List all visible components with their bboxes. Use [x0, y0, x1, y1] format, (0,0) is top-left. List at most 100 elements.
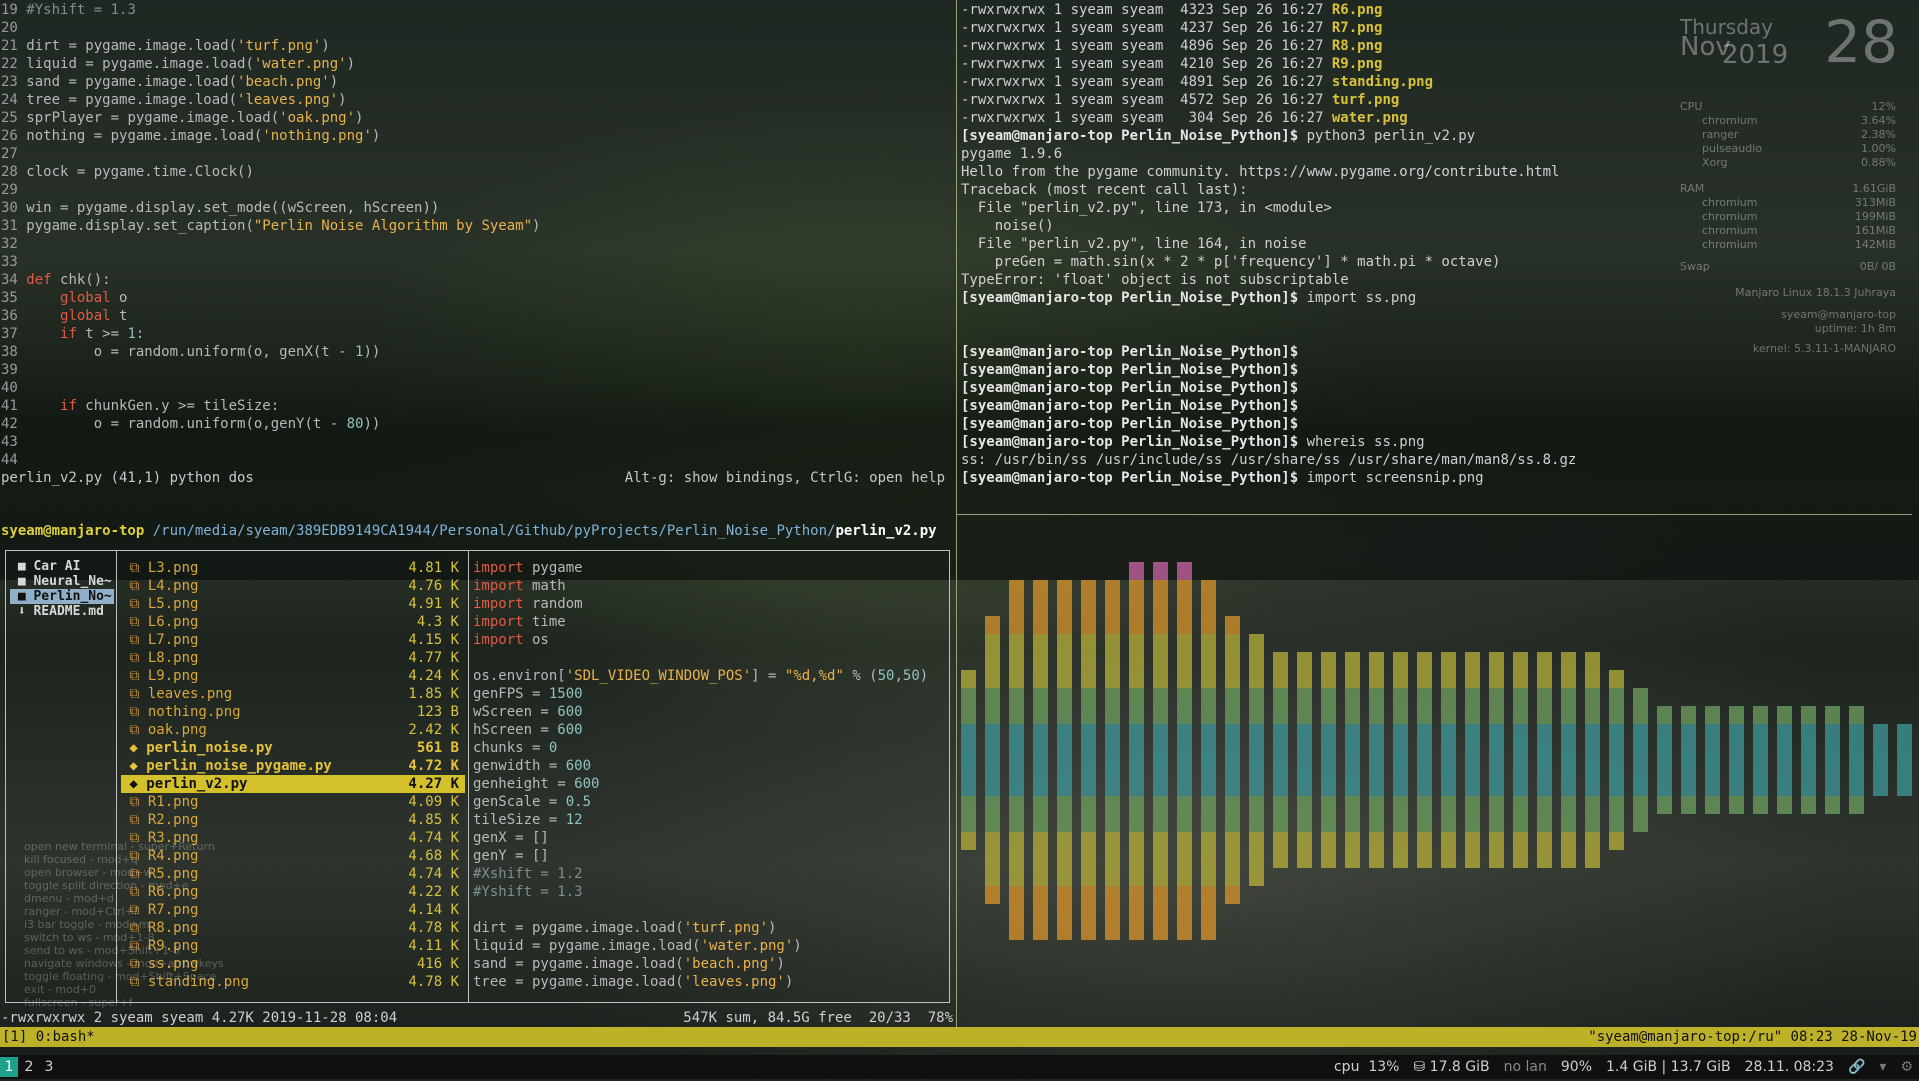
- ranger-file-item[interactable]: ◆ perlin_noise.py 561 B: [121, 739, 465, 757]
- visualizer-bar-segment: [1729, 796, 1744, 814]
- code-line: 31 pygame.display.set_caption("Perlin No…: [1, 217, 540, 235]
- ranger-parent-item[interactable]: ■ Car AI: [10, 559, 114, 574]
- visualizer-bar-segment: [1825, 742, 1840, 760]
- visualizer-bar-segment: [1177, 634, 1192, 652]
- preview-token: ): [919, 668, 929, 684]
- ranger-file-item[interactable]: ⧉ L8.png 4.77 K: [121, 649, 465, 667]
- image-file-icon: ⧉: [121, 578, 148, 594]
- visualizer-bar-segment: [1273, 670, 1288, 688]
- preview-line: genY = []: [473, 847, 943, 865]
- i3-status-bar: 123 cpu 13% ⛁ 17.8 GiB no lan 90% 1.4 Gi…: [0, 1055, 1919, 1079]
- workspace-3[interactable]: 3: [40, 1057, 58, 1077]
- preview-line: genheight = 600: [473, 775, 943, 793]
- code-token: t: [110, 308, 128, 324]
- visualizer-bar-segment: [1153, 688, 1168, 706]
- ranger-file-item[interactable]: ⧉ R2.png 4.85 K: [121, 811, 465, 829]
- wifi-icon[interactable]: ▾: [1879, 1058, 1886, 1076]
- cpu-label: cpu: [1333, 1059, 1360, 1075]
- visualizer-bar-segment: [1321, 796, 1336, 814]
- visualizer-bar-segment: [1897, 742, 1912, 760]
- preview-token: 0: [548, 740, 558, 756]
- ranger-file-item[interactable]: ⧉ L5.png 4.91 K: [121, 595, 465, 613]
- ranger-parent-item[interactable]: ■ Perlin_No~: [10, 589, 114, 604]
- preview-token: #Yshift = 1.3: [473, 884, 583, 900]
- ranger-file-item[interactable]: ⧉ L6.png 4.3 K: [121, 613, 465, 631]
- visualizer-bar-segment: [1057, 598, 1072, 616]
- preview-token: 50: [902, 668, 920, 684]
- ranger-file-item[interactable]: ⧉ L7.png 4.15 K: [121, 631, 465, 649]
- ranger-file-item[interactable]: ◆ perlin_v2.py 4.27 K: [121, 775, 465, 793]
- tmux-window-list[interactable]: [1] 0:bash*: [2, 1028, 95, 1046]
- code-token: tree = pygame.image.load(: [26, 92, 238, 108]
- ranger-file-item[interactable]: ⧉ L4.png 4.76 K: [121, 577, 465, 595]
- visualizer-bar-segment: [1609, 760, 1624, 778]
- visualizer-bar-segment: [1129, 634, 1144, 652]
- terminal-text: TypeError: 'float' object is not subscri…: [961, 272, 1349, 288]
- ranger-file-item[interactable]: ⧉ oak.png 2.42 K: [121, 721, 465, 739]
- visualizer-bar-segment: [1441, 760, 1456, 778]
- visualizer-bar-segment: [1441, 688, 1456, 706]
- code-token: 'leaves.png': [237, 92, 339, 108]
- visualizer-bar-segment: [1081, 616, 1096, 634]
- ranger-file-item[interactable]: ⧉ L9.png 4.24 K: [121, 667, 465, 685]
- visualizer-bar-segment: [1537, 724, 1552, 742]
- preview-token: pygame: [523, 560, 583, 576]
- visualizer-bar-segment: [1009, 832, 1024, 850]
- visualizer-bar-segment: [1297, 778, 1312, 796]
- visualizer-bar-segment: [1873, 760, 1888, 778]
- code-line: 30 win = pygame.display.set_mode((wScree…: [1, 199, 540, 217]
- settings-icon[interactable]: ⚙: [1900, 1058, 1913, 1076]
- ranger-file-item[interactable]: ⧉ L3.png 4.81 K: [121, 559, 465, 577]
- terminal-output[interactable]: -rwxrwxrwx 1 syeam syeam 4323 Sep 26 16:…: [961, 1, 1576, 487]
- visualizer-bar-segment: [1033, 652, 1048, 670]
- preview-line: import time: [473, 613, 943, 631]
- ranger-file-item[interactable]: ⧉ leaves.png 1.85 K: [121, 685, 465, 703]
- keybinding-hint: ranger - mod+Ctrl+f: [24, 905, 138, 918]
- visualizer-bar-segment: [1609, 778, 1624, 796]
- visualizer-bar-segment: [1225, 850, 1240, 868]
- visualizer-bar-segment: [1129, 652, 1144, 670]
- ranger-parent-item[interactable]: ⬇ README.md: [10, 604, 114, 619]
- editor-code[interactable]: 19 #Yshift = 1.3 20 21 dirt = pygame.image…: [1, 1, 540, 469]
- workspace-list[interactable]: 123: [0, 1055, 60, 1077]
- editor-pane[interactable]: 19 #Yshift = 1.3 20 21 dirt = pygame.image…: [0, 0, 955, 490]
- visualizer-bar-segment: [1513, 814, 1528, 832]
- visualizer-bar-segment: [1033, 706, 1048, 724]
- ranger-file-name: L8.png: [147, 650, 199, 666]
- ranger-file-item[interactable]: ⧉ nothing.png 123 B: [121, 703, 465, 721]
- terminal-line: [syeam@manjaro-top Perlin_Noise_Python]$: [961, 343, 1576, 361]
- link-icon[interactable]: 🔗: [1848, 1058, 1865, 1076]
- terminal-line: [syeam@manjaro-top Perlin_Noise_Python]$: [961, 397, 1576, 415]
- ranger-parent-item[interactable]: ■ Neural_Ne~: [10, 574, 114, 589]
- workspace-2[interactable]: 2: [20, 1057, 38, 1077]
- visualizer-bar-segment: [1465, 832, 1480, 850]
- visualizer-bar-segment: [1033, 688, 1048, 706]
- pane-divider-horizontal[interactable]: [957, 514, 1912, 515]
- visualizer-bar-segment: [1273, 760, 1288, 778]
- code-token: global: [60, 308, 111, 324]
- workspace-1[interactable]: 1: [0, 1057, 18, 1077]
- preview-token: tree = pygame.image.load(: [473, 974, 684, 990]
- preview-token: ): [793, 938, 802, 954]
- visualizer-bar-segment: [1009, 814, 1024, 832]
- visualizer-bar-segment: [1369, 652, 1384, 670]
- visualizer-bar-segment: [1129, 706, 1144, 724]
- image-file-icon: ⧉: [121, 794, 148, 810]
- visualizer-bar-segment: [1129, 922, 1144, 940]
- terminal-pane[interactable]: -rwxrwxrwx 1 syeam syeam 4323 Sep 26 16:…: [959, 0, 1919, 510]
- visualizer-bar-segment: [1489, 850, 1504, 868]
- visualizer-bar-segment: [1297, 688, 1312, 706]
- ranger-file-item[interactable]: ◆ perlin_noise_pygame.py 4.72 K: [121, 757, 465, 775]
- preview-line: import os: [473, 631, 943, 649]
- visualizer-bar-segment: [961, 688, 976, 706]
- visualizer-bar-segment: [1825, 706, 1840, 724]
- visualizer-bar-segment: [961, 724, 976, 742]
- ranger-parent-column[interactable]: ■ Car AI ■ Neural_Ne~ ■ Perlin_No~ ⬇ REA…: [10, 559, 114, 619]
- visualizer-bar-segment: [1729, 742, 1744, 760]
- folder-icon: ■: [10, 559, 34, 574]
- visualizer-bar-segment: [1273, 796, 1288, 814]
- pane-divider-vertical[interactable]: [956, 0, 957, 1030]
- ranger-file-item[interactable]: ⧉ R1.png 4.09 K: [121, 793, 465, 811]
- visualizer-bar-segment: [1561, 652, 1576, 670]
- visualizer-bar-segment: [1705, 760, 1720, 778]
